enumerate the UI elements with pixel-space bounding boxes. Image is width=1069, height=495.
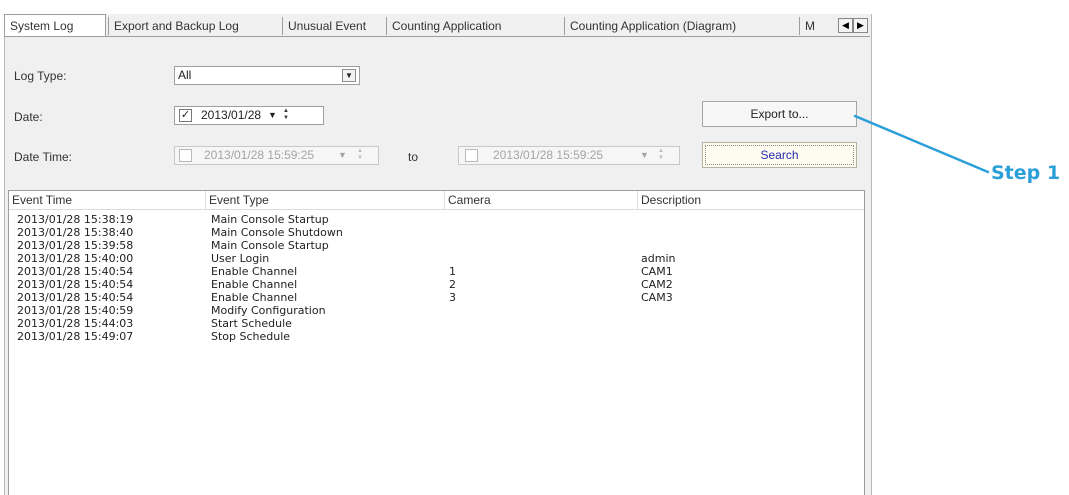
step-callout-line xyxy=(853,114,990,174)
step-1-label: Step 1 xyxy=(991,162,1061,184)
